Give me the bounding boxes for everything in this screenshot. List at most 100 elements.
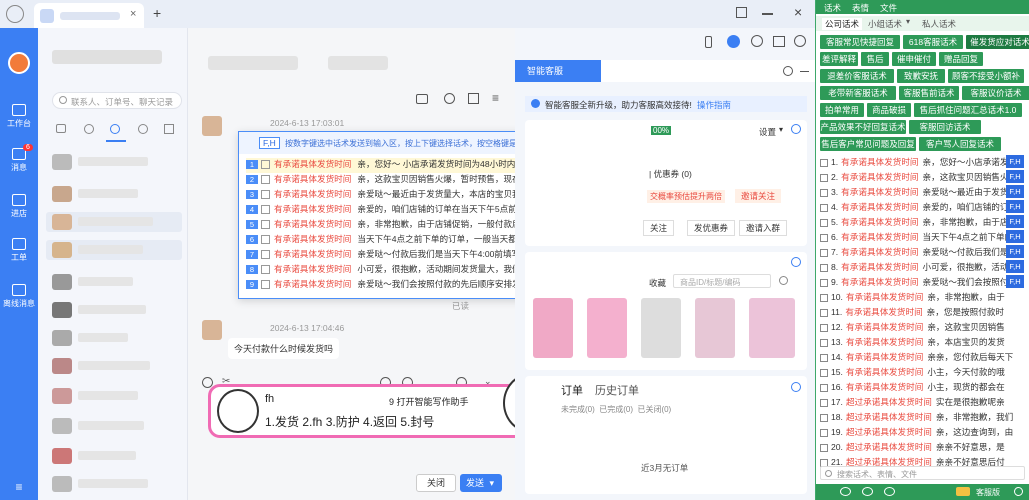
add-tab-button[interactable]: + [153,5,161,21]
assistant-tab[interactable]: 智能客服 [515,60,601,82]
phrase-group-button[interactable]: 催申催付 [892,52,936,66]
search-icon[interactable] [779,276,788,285]
list-item[interactable]: 16. 有承诺具体发货时间 小主，现货的都会在 [820,379,1026,395]
checkbox[interactable] [820,383,828,392]
list-item[interactable]: 9. 有承诺具体发货时间 亲爱哒～我们会按照付款 F,H [820,274,1026,290]
checkbox[interactable] [820,188,828,197]
list-item[interactable] [46,272,182,292]
checkbox[interactable] [820,173,828,182]
phrase-group-button[interactable]: 赠品回复 [939,52,983,66]
collapse-icon[interactable] [791,124,801,134]
list-item[interactable] [46,474,182,494]
checkbox[interactable] [820,443,828,452]
phrase-group-button[interactable]: 客服常见快捷回复 [820,35,900,49]
list-item[interactable]: 4. 有承诺具体发货时间 亲爱的，咱们店铺的订单 F,H [820,199,1026,215]
refresh-icon[interactable] [783,66,793,76]
phrase-search[interactable]: 搜索话术、表情、文件 [820,466,1025,480]
collapse-icon[interactable] [1014,487,1023,496]
checkbox[interactable] [820,218,828,227]
chevron-down-icon[interactable]: ▾ [490,478,495,488]
gear-icon[interactable] [794,35,806,47]
tab-history-orders[interactable]: 历史订单 [595,382,639,398]
list-item[interactable]: 15. 有承诺具体发货时间 小主，今天付款的哦 [820,364,1026,380]
checkbox[interactable] [820,353,828,362]
close-button[interactable]: 关闭 [416,474,456,492]
list-item[interactable]: 3. 有承诺具体发货时间 亲爱哒～最近由于发货量 F,H [820,184,1026,200]
list-item[interactable]: 7. 有承诺具体发货时间 亲爱哒～付款后我们是当 F,H [820,244,1026,260]
collapse-icon[interactable] [791,382,801,392]
tab-private-phrases[interactable]: 私人话术 [922,18,956,30]
list-item[interactable] [46,300,182,320]
tab-files[interactable]: 文件 [880,2,897,14]
list-item[interactable] [46,416,182,436]
quick-shortcuts[interactable]: 1.发货 2.fh 3.防护 4.返回 5.封号 [265,413,434,430]
list-item[interactable]: 11. 有承诺具体发货时间 亲，您是按照付款时 [820,304,1026,320]
chat-filter-icon[interactable] [56,124,66,133]
menu-icon[interactable]: ≡ [492,91,499,105]
follow-button[interactable]: 关注 [643,220,675,236]
goods-image[interactable] [641,298,681,358]
tab-company-phrases[interactable]: 公司话术 [822,18,863,30]
user-icon[interactable] [6,5,24,23]
eye-icon[interactable] [840,487,851,496]
edit-icon[interactable] [468,93,479,104]
banner-input[interactable]: fh [265,393,274,405]
favorite-label[interactable]: 收藏 [649,277,666,289]
list-item[interactable]: 1. 有承诺具体发货时间 亲，您好～小店承诺发货 F,H [820,154,1026,170]
goods-image[interactable] [533,298,573,358]
checkbox[interactable] [820,323,828,332]
list-item[interactable] [46,328,182,348]
list-item[interactable] [46,184,182,204]
list-item[interactable]: 18. 超过承诺具体发货时间 亲，非常抱歉，我们 [820,409,1026,425]
settings-link[interactable]: 设置 [759,126,776,138]
group-filter-icon[interactable] [138,124,148,134]
refresh-icon[interactable] [444,93,455,104]
list-item[interactable]: 19. 超过承诺具体发货时间 亲，这边查询到，由 [820,424,1026,440]
list-item[interactable]: 13. 有承诺具体发货时间 亲，本店宝贝的发货 [820,334,1026,350]
goods-search-input[interactable]: 商品ID/标题/编码 [673,274,771,288]
phrase-group-button[interactable]: 拍单常用 [820,103,864,117]
list-item[interactable] [46,152,182,172]
wechat-icon[interactable] [884,487,895,496]
search-box[interactable]: 联系人、订单号、聊天记录 [52,92,182,109]
checkbox[interactable] [820,368,828,377]
phrase-group-button[interactable]: 催发货应对话术 [966,35,1029,49]
rail-item-messages[interactable]: 消息 6 [0,144,38,173]
tab-current-orders[interactable]: 订单 [561,382,583,398]
phrase-group-button[interactable]: 618客服话术 [903,35,963,49]
list-item[interactable]: 17. 超过承诺具体发货时间 实在是很抱歉呢亲 [820,394,1026,410]
phrase-group-button[interactable]: 客户骂人回复话术 [919,137,1001,151]
collapse-icon[interactable] [791,257,801,267]
list-item[interactable]: 12. 有承诺具体发货时间 亲，这款宝贝因销售 [820,319,1026,335]
org-filter-icon[interactable] [164,124,174,134]
checkbox[interactable] [820,233,828,242]
list-item[interactable]: 10. 有承诺具体发货时间 亲，非常抱歉，由于 [820,289,1026,305]
rail-item-workbench[interactable]: 工作台 [0,104,38,129]
tab-emoji[interactable]: 表情 [852,2,869,14]
phrase-group-button[interactable]: 售后抓住问题汇总话术1.0 [914,103,1022,117]
person-filter-icon[interactable] [110,124,120,134]
phrase-group-button[interactable]: 产品效果不好回复话术 [820,120,906,134]
list-item[interactable]: 5. 有承诺具体发货时间 亲，非常抱歉，由于店铺 F,H [820,214,1026,230]
rail-item-offline[interactable]: 离线消息 [0,284,38,309]
phone-icon[interactable] [705,36,712,48]
menu-icon[interactable]: ≡ [0,480,38,494]
rail-item-store[interactable]: 进店 [0,194,38,219]
checkbox[interactable] [820,263,828,272]
list-item[interactable]: 6. 有承诺具体发货时间 当天下午4点之前下单的 F,H [820,229,1026,245]
phrase-group-button[interactable]: 客服售前话术 [899,86,959,100]
invite-follow-button[interactable]: 邀请关注 [735,189,782,203]
tab-current-shop[interactable]: × [34,3,144,28]
goods-image[interactable] [587,298,627,358]
checkbox[interactable] [820,158,828,167]
invite-group-button[interactable]: 邀请入群 [739,220,788,236]
shirt-icon[interactable] [773,36,785,47]
close-window-icon[interactable]: × [794,4,802,20]
minimize-icon[interactable] [762,13,773,15]
tab-phrases[interactable]: 话术 [824,2,841,14]
phrase-group-button[interactable]: 客服议价话术 [962,86,1029,100]
guide-link[interactable]: 操作指南 [697,99,731,111]
video-icon[interactable] [416,94,428,104]
minimize-icon[interactable] [800,71,809,73]
list-item[interactable]: 2. 有承诺具体发货时间 亲，这款宝贝因销售火爆 F,H [820,169,1026,185]
